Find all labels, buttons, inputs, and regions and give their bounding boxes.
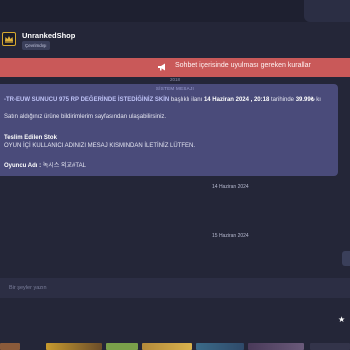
thumbnail[interactable] <box>142 343 192 350</box>
delivered-stock-text: OYUN İÇİ KULLANICI ADINIZI MESAJ KISMIND… <box>4 143 196 149</box>
megaphone-icon <box>158 63 165 71</box>
message-input[interactable] <box>0 278 350 298</box>
system-message-title: SİSTEM MESAJI <box>155 86 195 91</box>
listing-title[interactable]: -TR-EUW SUNUCU 975 RP DEĞERİNDE İSTEDİĞİ… <box>4 97 169 103</box>
chat-header: UnrankedShop Çevrimdışı <box>0 22 350 56</box>
notifications-hint: Satın aldığınız ürüne bildirimlerim sayf… <box>4 114 167 120</box>
thumbnail[interactable] <box>0 343 20 350</box>
banner-text: Sohbet içerisinde uyulması gereken kural… <box>175 62 311 69</box>
date-separator-top: 2018 <box>169 77 180 82</box>
player-name-value: 녹시스 외교#TAL <box>41 163 86 169</box>
delivered-stock-title: Teslim Edilen Stok <box>4 135 57 141</box>
system-message-card: SİSTEM MESAJI -TR-EUW SUNUCU 975 RP DEĞE… <box>0 84 338 176</box>
shop-avatar[interactable] <box>2 32 16 46</box>
shop-name[interactable]: UnrankedShop <box>22 31 75 40</box>
top-right-tab[interactable] <box>304 0 350 22</box>
listing-text-2: tarihinde <box>269 97 296 103</box>
thumbnail[interactable] <box>310 343 350 350</box>
date-separator: 15 Haziran 2024 <box>212 233 249 239</box>
thumbnail[interactable] <box>106 343 138 350</box>
thumbnail[interactable] <box>248 343 304 350</box>
player-name-line: Oyuncu Adı : 녹시스 외교#TAL <box>4 160 86 169</box>
thumbnail[interactable] <box>196 343 244 350</box>
product-thumbnails <box>0 343 350 350</box>
listing-text: başlıklı ilanı <box>169 97 204 103</box>
player-name-label: Oyuncu Adı : <box>4 163 42 169</box>
crown-icon <box>5 36 13 43</box>
message-composer <box>0 278 350 298</box>
purchase-price: 39.99₺ <box>295 97 315 103</box>
thumbnail[interactable] <box>46 343 102 350</box>
date-separator: 14 Haziran 2024 <box>212 184 249 190</box>
purchase-date: 14 Haziran 2024 , 20:18 <box>203 97 270 103</box>
outgoing-message-bubble <box>342 251 350 266</box>
purchase-info-line: -TR-EUW SUNUCU 975 RP DEĞERİNDE İSTEDİĞİ… <box>4 96 321 103</box>
listing-text-end: kı <box>314 97 321 103</box>
status-badge: Çevrimdışı <box>22 41 50 50</box>
star-icon[interactable]: ★ <box>338 316 346 324</box>
chat-rules-banner[interactable]: Sohbet içerisinde uyulması gereken kural… <box>0 58 350 77</box>
top-strip <box>0 0 350 22</box>
